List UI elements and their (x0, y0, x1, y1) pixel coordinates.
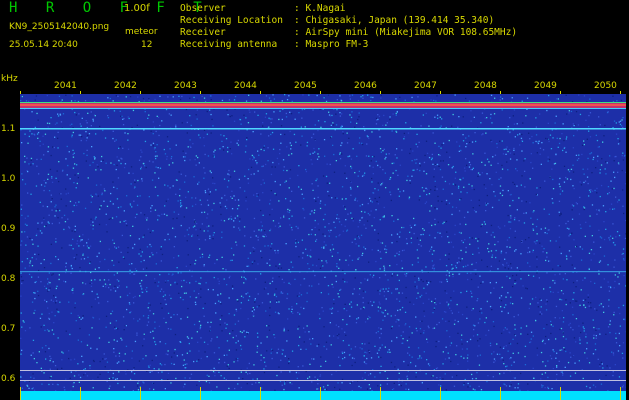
x-tick-label: 2044 (234, 81, 257, 91)
x-tick-label: 2042 (114, 81, 137, 91)
y-tick-label: 1.1 (1, 124, 16, 134)
info-row-receiver: Receiver: AirSpy mini (Miakejima VOR 108… (180, 27, 518, 38)
header-panel: H R O F F T 1.00f KN9_2505142040.png met… (0, 0, 629, 76)
y-tick-label: 0.9 (1, 224, 16, 234)
x-tick-label: 2046 (354, 81, 377, 91)
x-tick-label: 2045 (294, 81, 317, 91)
y-axis-unit: kHz (1, 74, 18, 84)
filename-label: KN9_2505142040.png (9, 22, 110, 32)
version-label: 1.00f (124, 3, 150, 14)
y-axis: kHz 1.1 1.0 0.9 0.8 0.7 0.6 (0, 74, 20, 400)
y-tick-label: 0.6 (1, 374, 16, 384)
y-tick-label: 0.8 (1, 274, 16, 284)
spectrogram-plot (20, 94, 626, 400)
meteor-label: meteor (125, 27, 158, 37)
x-tick-label: 2047 (414, 81, 437, 91)
x-tick-label: 2048 (474, 81, 497, 91)
station-info: Observer: K.Nagai Receiving Location: Ch… (180, 3, 517, 51)
info-row-observer: Observer: K.Nagai (180, 3, 346, 14)
x-tick-label: 2050 (594, 81, 617, 91)
spectrogram-canvas (20, 94, 626, 400)
x-tick-label: 2041 (54, 81, 77, 91)
y-tick-label: 0.7 (1, 324, 16, 334)
y-tick-label: 1.0 (1, 174, 16, 184)
x-tick-label: 2043 (174, 81, 197, 91)
info-row-antenna: Receiving antenna: Maspro FM-3 (180, 39, 369, 50)
datetime-label: 25.05.14 20:40 (9, 40, 78, 50)
info-row-location: Receiving Location: Chigasaki, Japan (13… (180, 15, 495, 26)
meteor-count: 12 (141, 40, 153, 50)
x-tick-label: 2049 (534, 81, 557, 91)
